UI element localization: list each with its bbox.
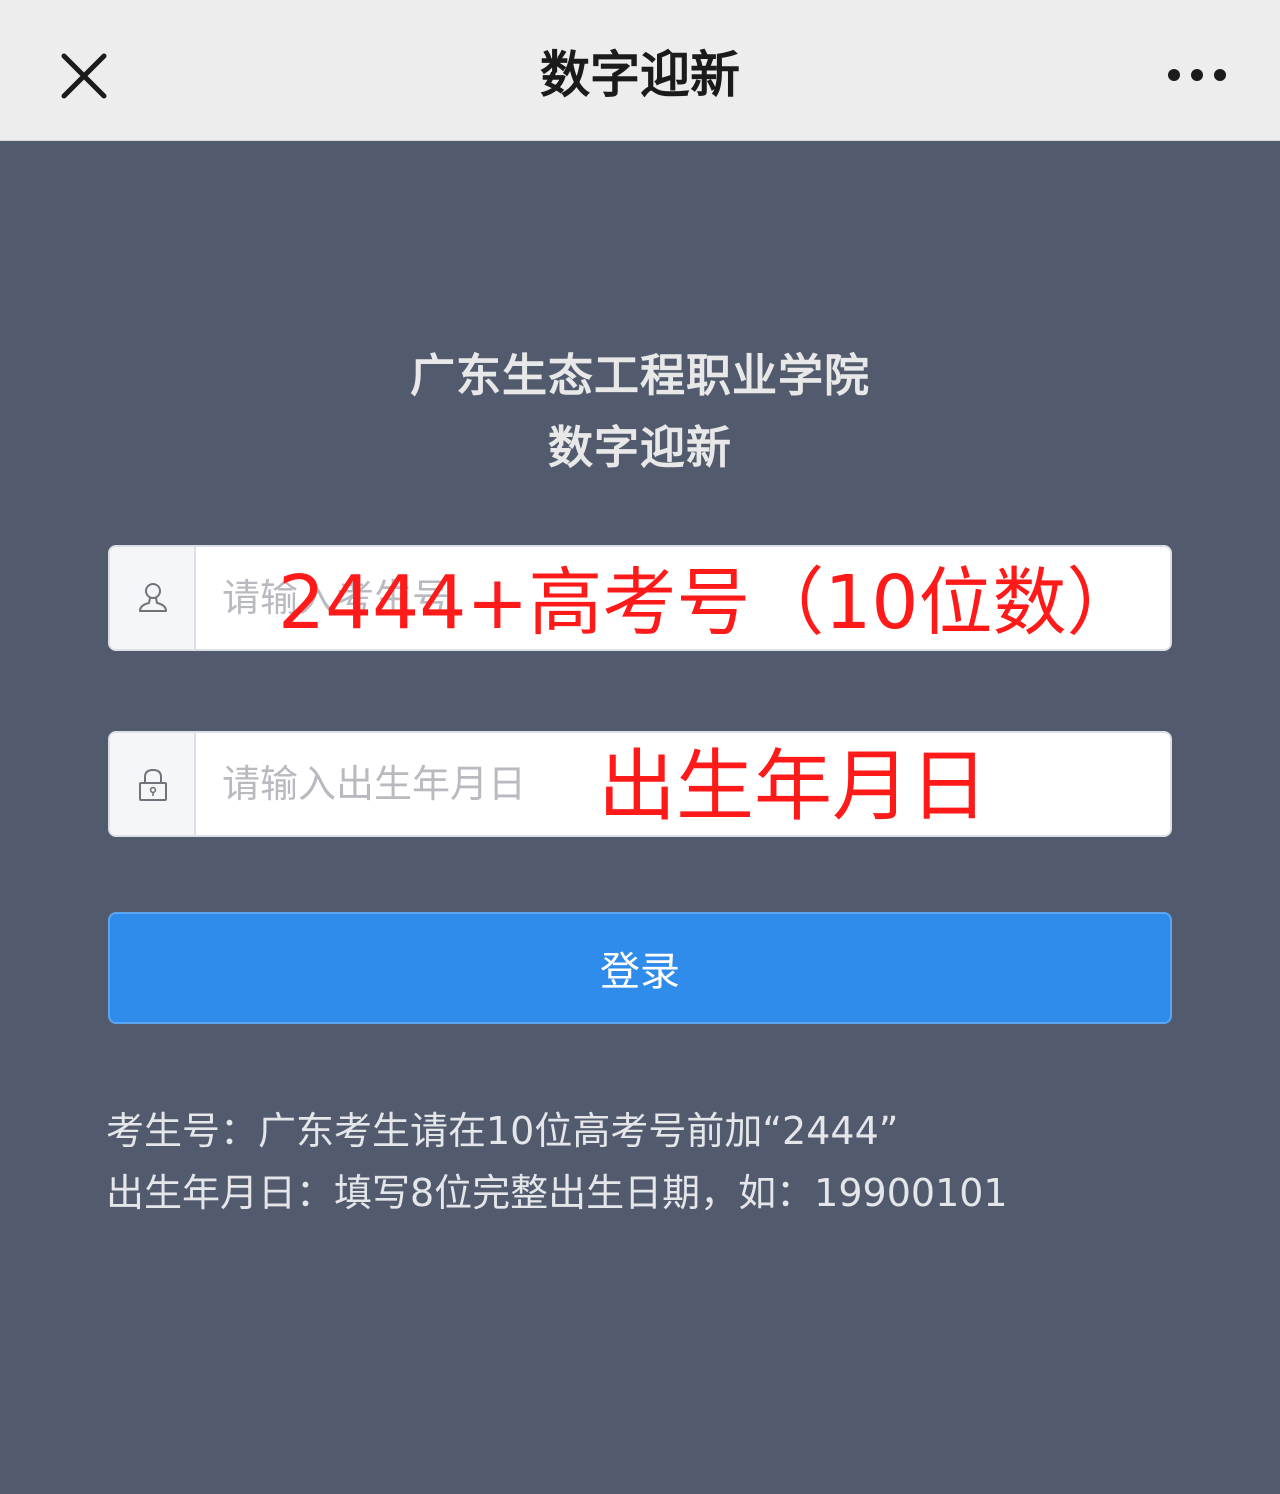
school-heading: 广东生态工程职业学院 数字迎新 bbox=[0, 340, 1280, 484]
user-icon bbox=[139, 583, 167, 612]
hint-birthdate: 出生年月日：填写8位完整出生日期，如：19900101 bbox=[106, 1171, 1008, 1215]
login-button[interactable]: 登录 bbox=[108, 912, 1172, 1024]
more-dots-icon bbox=[1168, 69, 1226, 81]
password-icon-box bbox=[110, 733, 196, 835]
more-button[interactable] bbox=[1162, 54, 1232, 96]
school-name: 广东生态工程职业学院 bbox=[409, 349, 870, 402]
username-field bbox=[108, 545, 1172, 651]
username-input[interactable] bbox=[196, 547, 1170, 649]
username-icon-box bbox=[110, 547, 196, 649]
hint-exam-number: 考生号：广东考生请在10位高考号前加“2444” bbox=[106, 1109, 899, 1153]
login-hints: 考生号：广东考生请在10位高考号前加“2444” 出生年月日：填写8位完整出生日… bbox=[106, 1100, 1226, 1224]
school-subtitle: 数字迎新 bbox=[547, 421, 732, 474]
password-field bbox=[108, 731, 1172, 837]
nav-bar: 数字迎新 bbox=[0, 0, 1280, 141]
nav-title: 数字迎新 bbox=[540, 46, 740, 104]
password-input[interactable] bbox=[196, 733, 1170, 835]
lock-icon bbox=[139, 768, 167, 801]
